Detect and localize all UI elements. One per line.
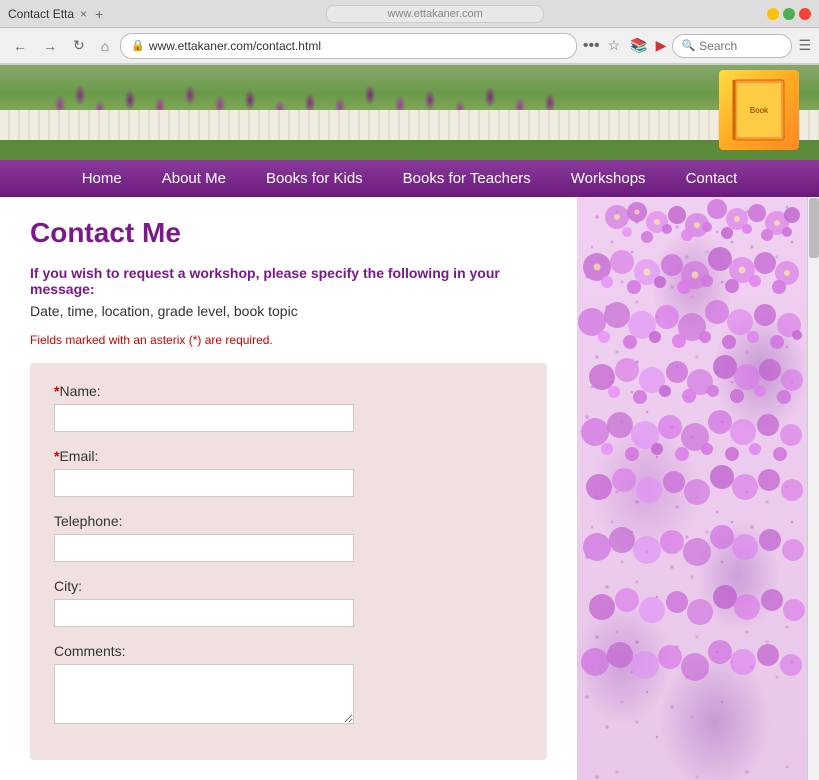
lock-icon: 🔒 bbox=[131, 39, 145, 52]
address-text: www.ettakaner.com/contact.html bbox=[149, 39, 566, 53]
floral-sidebar bbox=[577, 197, 807, 780]
nav-item-books-for-teachers[interactable]: Books for Teachers bbox=[383, 160, 551, 197]
tabs-url-bar-placeholder: www.ettakaner.com bbox=[326, 5, 543, 23]
workshop-notice: If you wish to request a workshop, pleas… bbox=[30, 265, 547, 297]
city-field: City: bbox=[54, 578, 523, 627]
nav-item-home[interactable]: Home bbox=[62, 160, 142, 197]
toolbar-icons: ••• ☆ bbox=[583, 37, 620, 55]
search-bar[interactable]: 🔍 bbox=[672, 34, 792, 58]
scrollbar[interactable] bbox=[807, 197, 819, 780]
name-label: *Name: bbox=[54, 383, 523, 399]
window-minimize[interactable] bbox=[767, 8, 779, 20]
scroll-thumb[interactable] bbox=[809, 198, 819, 258]
name-field: *Name: bbox=[54, 383, 523, 432]
navigation-bar: Home About Me Books for Kids Books for T… bbox=[0, 160, 819, 197]
browser-toolbar: ← → ↻ ⌂ 🔒 www.ettakaner.com/contact.html… bbox=[0, 28, 819, 64]
header-book-image: Book bbox=[719, 70, 799, 150]
home-button[interactable]: ⌂ bbox=[96, 36, 114, 56]
browser-chrome: Contact Etta × + www.ettakaner.com ← → ↻… bbox=[0, 0, 819, 65]
comments-label: Comments: bbox=[54, 643, 523, 659]
telephone-label: Telephone: bbox=[54, 513, 523, 529]
nav-item-books-for-kids[interactable]: Books for Kids bbox=[246, 160, 383, 197]
telephone-field: Telephone: bbox=[54, 513, 523, 562]
content-area: Contact Me If you wish to request a work… bbox=[0, 197, 577, 780]
workshop-detail: Date, time, location, grade level, book … bbox=[30, 303, 547, 319]
email-label: *Email: bbox=[54, 448, 523, 464]
nav-item-about-me[interactable]: About Me bbox=[142, 160, 246, 197]
page-title: Contact Me bbox=[30, 217, 547, 249]
grass-decoration bbox=[0, 140, 819, 160]
forward-button[interactable]: → bbox=[38, 36, 62, 56]
bookmark-icon[interactable]: ☆ bbox=[608, 37, 621, 54]
comments-textarea[interactable] bbox=[54, 664, 354, 724]
lilac-svg bbox=[577, 197, 807, 687]
tab-title: Contact Etta bbox=[8, 7, 74, 21]
required-notice: Fields marked with an asterix (*) are re… bbox=[30, 333, 547, 347]
site-header-image: Book bbox=[0, 65, 819, 160]
telephone-input[interactable] bbox=[54, 534, 354, 562]
library-icon[interactable]: 📚 bbox=[630, 37, 647, 54]
svg-text:Book: Book bbox=[750, 106, 769, 115]
main-wrapper: Contact Me If you wish to request a work… bbox=[0, 197, 819, 780]
browser-titlebar: Contact Etta × + www.ettakaner.com bbox=[0, 0, 819, 28]
address-bar[interactable]: 🔒 www.ettakaner.com/contact.html bbox=[120, 33, 577, 59]
window-maximize[interactable] bbox=[783, 8, 795, 20]
email-field: *Email: bbox=[54, 448, 523, 497]
email-input[interactable] bbox=[54, 469, 354, 497]
nav-item-contact[interactable]: Contact bbox=[666, 160, 758, 197]
city-label: City: bbox=[54, 578, 523, 594]
contact-form: *Name: *Email: Telephone: City: bbox=[30, 363, 547, 760]
tab-add-button[interactable]: + bbox=[95, 6, 103, 22]
sidebar-button[interactable]: ☰ bbox=[798, 37, 811, 54]
pocket-icon[interactable]: ▶ bbox=[656, 37, 667, 54]
search-input[interactable] bbox=[699, 39, 783, 53]
back-button[interactable]: ← bbox=[8, 36, 32, 56]
name-input[interactable] bbox=[54, 404, 354, 432]
menu-dots[interactable]: ••• bbox=[583, 37, 600, 55]
tab-close-button[interactable]: × bbox=[80, 7, 87, 21]
nav-item-workshops[interactable]: Workshops bbox=[551, 160, 666, 197]
window-close[interactable] bbox=[799, 8, 811, 20]
refresh-button[interactable]: ↻ bbox=[68, 35, 90, 56]
website-content: Book Home About Me Books for Kids Books … bbox=[0, 65, 819, 780]
search-icon: 🔍 bbox=[681, 39, 695, 52]
city-input[interactable] bbox=[54, 599, 354, 627]
comments-field: Comments: bbox=[54, 643, 523, 724]
